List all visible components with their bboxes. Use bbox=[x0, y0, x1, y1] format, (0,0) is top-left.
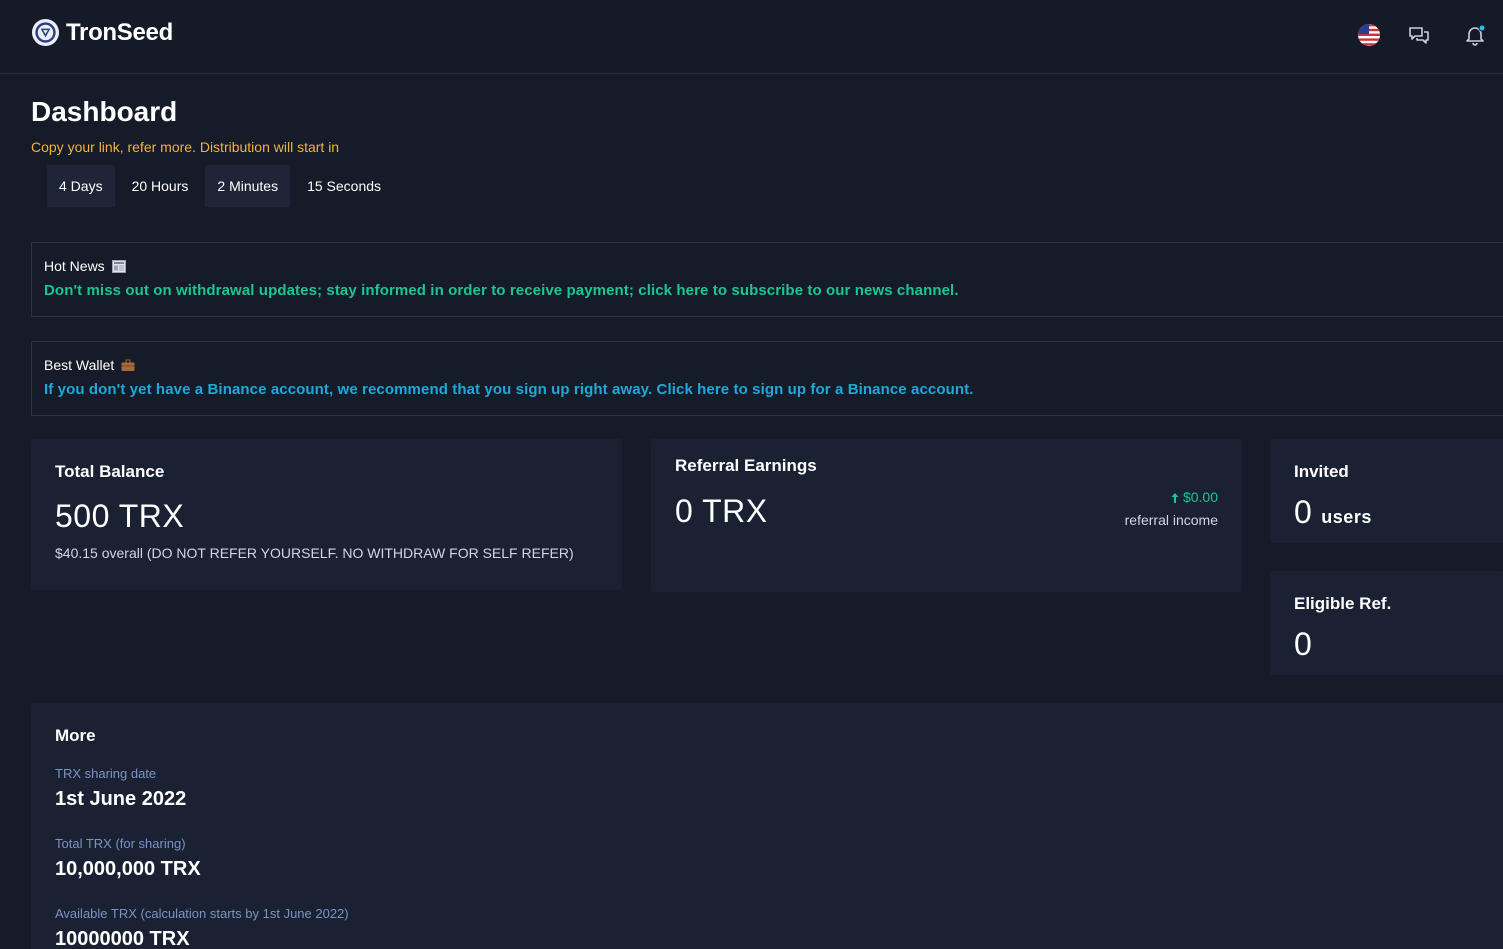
news-channel-link[interactable]: Don't miss out on withdrawal updates; st… bbox=[44, 282, 1491, 299]
invited-card: Invited 0 users bbox=[1270, 439, 1503, 543]
total-balance-value: 500 TRX bbox=[55, 498, 185, 534]
referral-income-caption: referral income bbox=[1124, 512, 1218, 528]
available-trx-label: Available TRX (calculation starts by 1st… bbox=[55, 906, 349, 921]
hot-news-heading: Hot News bbox=[44, 258, 105, 274]
total-balance-label: Total Balance bbox=[55, 462, 165, 481]
sharing-date-item: TRX sharing date 1st June 2022 bbox=[55, 766, 186, 811]
available-trx-item: Available TRX (calculation starts by 1st… bbox=[55, 906, 349, 949]
referral-income-amount: $0.00 bbox=[1125, 489, 1218, 505]
brand-logo[interactable]: TronSeed bbox=[31, 18, 173, 47]
countdown-days: 4 Days bbox=[47, 165, 115, 207]
total-balance-note: $40.15 overall (DO NOT REFER YOURSELF. N… bbox=[55, 545, 574, 561]
referral-earnings-card: Referral Earnings 0 TRX $0.00 referral i… bbox=[651, 439, 1242, 592]
more-section: More TRX sharing date 1st June 2022 Tota… bbox=[31, 703, 1503, 949]
countdown-note: Copy your link, refer more. Distribution… bbox=[31, 139, 340, 155]
invited-label: Invited bbox=[1294, 462, 1349, 481]
binance-signup-link[interactable]: If you don't yet have a Binance account,… bbox=[44, 381, 1491, 398]
us-flag-icon[interactable] bbox=[1357, 23, 1381, 47]
total-trx-value: 10,000,000 TRX bbox=[55, 858, 201, 880]
page-title: Dashboard bbox=[31, 96, 178, 127]
brand-name: TronSeed bbox=[66, 18, 173, 46]
eligible-ref-card: Eligible Ref. 0 bbox=[1270, 571, 1503, 675]
total-balance-card: Total Balance 500 TRX $40.15 overall (DO… bbox=[31, 439, 622, 590]
countdown-timer: 4 Days 20 Hours 2 Minutes 15 Seconds bbox=[47, 165, 398, 207]
sharing-date-label: TRX sharing date bbox=[55, 766, 157, 781]
eligible-ref-count: 0 bbox=[1294, 626, 1313, 662]
tronseed-logo-icon bbox=[31, 18, 60, 47]
more-title: More bbox=[55, 726, 96, 745]
countdown-seconds: 15 Seconds bbox=[307, 178, 382, 194]
best-wallet-banner: Best Wallet If you don't yet have a Bina… bbox=[31, 341, 1503, 416]
total-trx-label: Total TRX (for sharing) bbox=[55, 836, 186, 851]
best-wallet-heading: Best Wallet bbox=[44, 357, 115, 373]
eligible-ref-label: Eligible Ref. bbox=[1294, 594, 1392, 613]
countdown-hours: 20 Hours bbox=[131, 178, 189, 194]
chat-icon[interactable] bbox=[1407, 23, 1431, 47]
invited-count: 0 bbox=[1294, 494, 1313, 530]
total-trx-item: Total TRX (for sharing) 10,000,000 TRX bbox=[55, 836, 201, 881]
invited-unit: users bbox=[1321, 507, 1372, 527]
bell-icon[interactable] bbox=[1463, 23, 1487, 47]
referral-earnings-label: Referral Earnings bbox=[675, 456, 817, 475]
countdown-minutes: 2 Minutes bbox=[205, 165, 291, 207]
hot-news-banner: Hot News Don't miss out on withdrawal up… bbox=[31, 242, 1503, 317]
sharing-date-value: 1st June 2022 bbox=[55, 788, 187, 810]
arrow-up-icon bbox=[1171, 493, 1179, 503]
top-navbar: TronSeed bbox=[0, 0, 1503, 74]
available-trx-value: 10000000 TRX bbox=[55, 928, 190, 949]
briefcase-icon bbox=[121, 358, 135, 371]
newspaper-icon bbox=[111, 259, 126, 273]
